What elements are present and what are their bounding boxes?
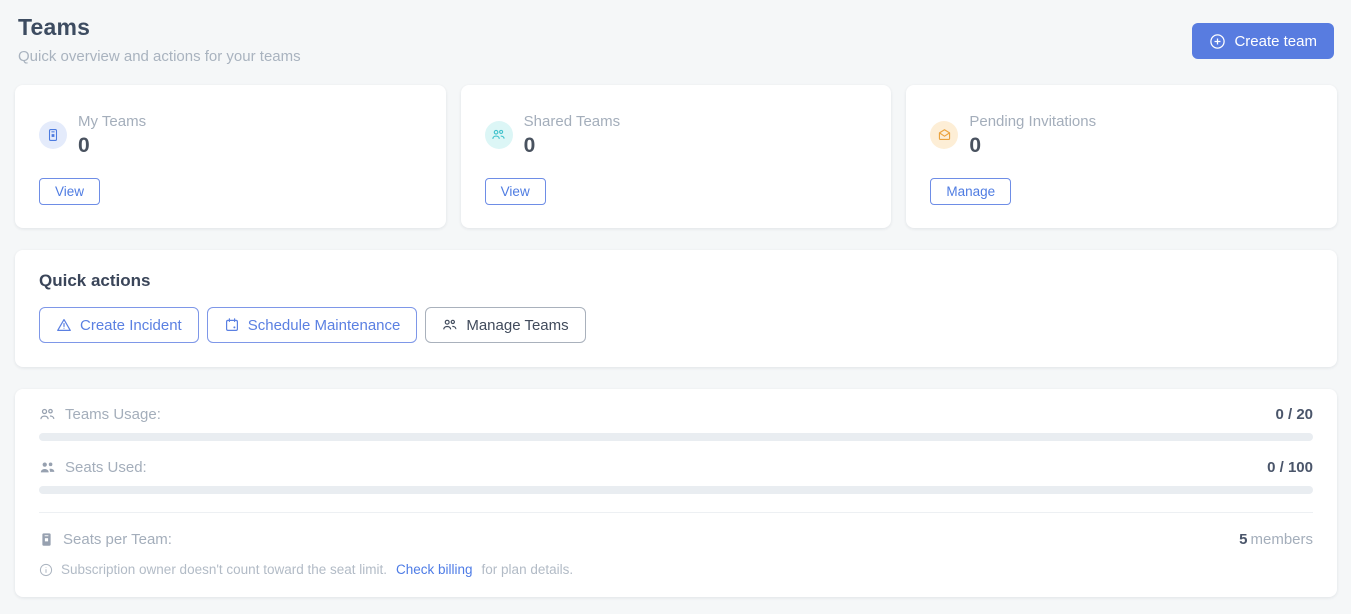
seats-used-label: Seats Used:	[65, 459, 147, 476]
seats-used-progress	[39, 486, 1313, 494]
page-title: Teams	[18, 14, 301, 41]
stats-row: My Teams 0 View Shared Teams	[15, 85, 1337, 228]
schedule-maintenance-label: Schedule Maintenance	[248, 317, 401, 334]
create-team-button[interactable]: Create team	[1192, 23, 1334, 59]
info-icon	[39, 563, 53, 577]
view-my-teams-button[interactable]: View	[39, 178, 100, 205]
teams-usage-value: 0 / 20	[1275, 406, 1313, 423]
manage-teams-label: Manage Teams	[466, 317, 568, 334]
stat-top: Shared Teams 0	[485, 113, 868, 156]
warning-triangle-icon	[56, 317, 72, 333]
page-subtitle: Quick overview and actions for your team…	[18, 48, 301, 65]
stat-text: Shared Teams 0	[524, 113, 620, 156]
stat-value: 0	[78, 135, 146, 156]
seats-per-team-unit: members	[1250, 531, 1313, 548]
stat-value: 0	[969, 135, 1096, 156]
create-team-label: Create team	[1234, 33, 1317, 50]
stat-value: 0	[524, 135, 620, 156]
teams-page: Teams Quick overview and actions for you…	[0, 0, 1351, 597]
stat-label: Shared Teams	[524, 113, 620, 130]
badge-filled-icon	[39, 532, 54, 547]
stat-top: Pending Invitations 0	[930, 113, 1313, 156]
pending-invitations-card: Pending Invitations 0 Manage	[906, 85, 1337, 228]
badge-icon	[39, 121, 67, 149]
schedule-maintenance-button[interactable]: Schedule Maintenance	[207, 307, 418, 343]
page-heading-group: Teams Quick overview and actions for you…	[18, 14, 301, 65]
users-icon	[485, 121, 513, 149]
manage-invitations-button[interactable]: Manage	[930, 178, 1011, 205]
teams-usage-row: Teams Usage: 0 / 20	[39, 406, 1313, 423]
users-outline-icon	[39, 406, 56, 423]
teams-usage-label-group: Teams Usage:	[39, 406, 161, 423]
quick-actions-buttons: Create Incident Schedule Maintenance	[39, 307, 1313, 343]
seats-used-label-group: Seats Used:	[39, 459, 147, 476]
users-icon	[442, 317, 458, 333]
stat-text: My Teams 0	[78, 113, 146, 156]
users-filled-icon	[39, 459, 56, 476]
seats-per-team-row: Seats per Team: 5members	[39, 531, 1313, 548]
my-teams-card: My Teams 0 View	[15, 85, 446, 228]
calendar-icon	[224, 317, 240, 333]
stat-top: My Teams 0	[39, 113, 422, 156]
usage-panel: Teams Usage: 0 / 20 Seats Used: 0 / 100	[15, 389, 1337, 597]
stat-label: Pending Invitations	[969, 113, 1096, 130]
teams-usage-progress	[39, 433, 1313, 441]
seats-per-team-number: 5	[1239, 531, 1247, 548]
usage-divider	[39, 512, 1313, 513]
seat-limit-note: Subscription owner doesn't count toward …	[39, 562, 1313, 577]
note-suffix: for plan details.	[482, 562, 574, 577]
stat-text: Pending Invitations 0	[969, 113, 1096, 156]
page-header: Teams Quick overview and actions for you…	[15, 14, 1337, 65]
seats-used-value: 0 / 100	[1267, 459, 1313, 476]
seats-per-team-label-group: Seats per Team:	[39, 531, 172, 548]
check-billing-link[interactable]: Check billing	[396, 562, 473, 577]
open-envelope-icon	[930, 121, 958, 149]
view-shared-teams-button[interactable]: View	[485, 178, 546, 205]
quick-actions-panel: Quick actions Create Incident	[15, 250, 1337, 367]
seats-per-team-label: Seats per Team:	[63, 531, 172, 548]
seats-used-row: Seats Used: 0 / 100	[39, 459, 1313, 476]
plus-circle-icon	[1209, 33, 1226, 50]
stat-label: My Teams	[78, 113, 146, 130]
teams-usage-label: Teams Usage:	[65, 406, 161, 423]
quick-actions-title: Quick actions	[39, 271, 1313, 291]
seats-per-team-value: 5members	[1239, 531, 1313, 548]
manage-teams-button[interactable]: Manage Teams	[425, 307, 585, 343]
create-incident-label: Create Incident	[80, 317, 182, 334]
note-prefix: Subscription owner doesn't count toward …	[61, 562, 387, 577]
create-incident-button[interactable]: Create Incident	[39, 307, 199, 343]
shared-teams-card: Shared Teams 0 View	[461, 85, 892, 228]
